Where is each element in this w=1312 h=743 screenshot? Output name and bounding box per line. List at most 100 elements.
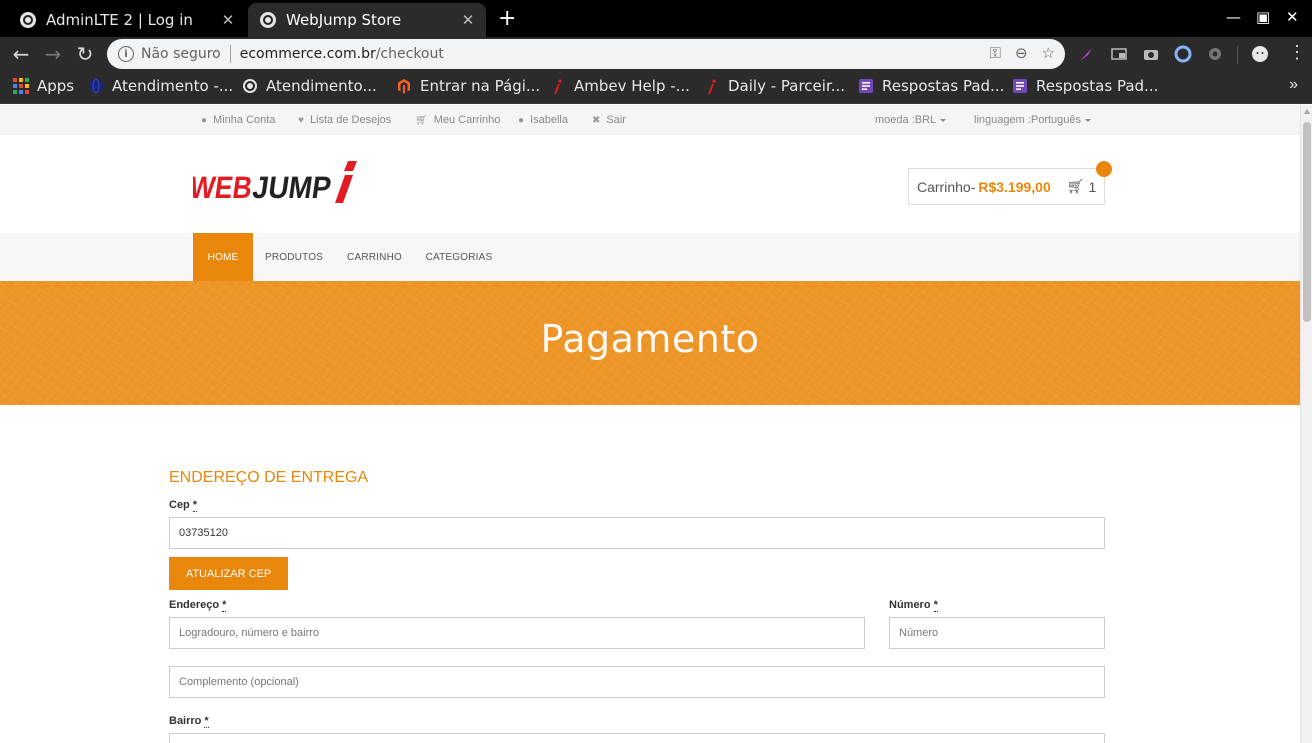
nav-home[interactable]: HOME	[193, 233, 253, 281]
district-label: Bairro *	[169, 715, 209, 728]
link-sair[interactable]: ✖ Sair	[592, 114, 626, 126]
link-label: Isabella	[530, 114, 568, 126]
bookmark-apps[interactable]: Apps	[13, 77, 74, 95]
reload-icon[interactable]: ↻	[73, 42, 97, 66]
forward-icon[interactable]: →	[41, 42, 65, 66]
bookmark-respostas-1[interactable]: Respostas Pad...	[858, 77, 1004, 95]
globe-icon	[20, 12, 36, 28]
link-label: Meu Carrinho	[433, 114, 501, 126]
close-icon: ✖	[592, 114, 601, 126]
menu-kebab-icon[interactable]: ⋮	[1288, 43, 1306, 61]
new-tab-button[interactable]: +	[498, 6, 516, 31]
district-input[interactable]	[169, 733, 1105, 743]
zoom-icon[interactable]: ⊖	[1015, 44, 1028, 62]
browser-toolbar: ← → ↻ i Não seguro ecommerce.com.br/chec…	[0, 37, 1312, 71]
tab-adminlte[interactable]: AdminLTE 2 | Log in ✕	[8, 3, 246, 37]
close-icon[interactable]: ✕	[216, 11, 240, 29]
security-label: Não seguro	[141, 46, 221, 62]
url-path: /checkout	[375, 46, 444, 62]
gear-extension-icon[interactable]	[1206, 45, 1224, 63]
caret-down-icon	[1085, 118, 1092, 122]
circle-extension-icon[interactable]	[1174, 45, 1192, 63]
apps-grid-icon	[13, 78, 29, 94]
number-label: Número *	[889, 599, 938, 612]
currency-dropdown[interactable]: moeda :BRL	[875, 114, 947, 126]
required-mark: *	[192, 499, 198, 512]
link-lista-de-desejos[interactable]: ♥ Lista de Desejos	[298, 114, 391, 126]
page-title: Pagamento	[540, 317, 760, 361]
address-input[interactable]: Logradouro, número e bairro	[169, 617, 865, 649]
bookmarks-bar: Apps Atendimento -... Atendimento... Ent…	[0, 71, 1312, 104]
link-minha-conta[interactable]: ● Minha Conta	[201, 114, 275, 126]
complement-input[interactable]: Complemento (opcional)	[169, 666, 1105, 698]
bookmark-label: Ambev Help -...	[574, 77, 690, 95]
number-input[interactable]: Número	[889, 617, 1105, 649]
nav-carrinho[interactable]: CARRINHO	[338, 233, 411, 281]
bookmark-label: Entrar na Pági...	[420, 77, 541, 95]
bookmarks-overflow-icon[interactable]: »	[1289, 76, 1298, 94]
bookmark-atendimento-2[interactable]: Atendimento...	[242, 77, 377, 95]
forms-icon	[1013, 79, 1027, 93]
required-mark: *	[204, 715, 209, 728]
label-text: Endereço	[169, 599, 220, 611]
bookmark-respostas-2[interactable]: Respostas Pad...	[1012, 77, 1158, 95]
restore-icon[interactable]: ▣	[1256, 8, 1270, 26]
bookmark-ambev[interactable]: Ambev Help -...	[550, 77, 690, 95]
link-label: Minha Conta	[213, 114, 276, 126]
camera-extension-icon[interactable]	[1142, 45, 1160, 63]
store-header: WEB JUMP Carrinho- R$3.199,00 🛒︎ 1	[0, 135, 1300, 233]
webjump-i-icon	[708, 79, 716, 94]
header-cart[interactable]: Carrinho- R$3.199,00 🛒︎ 1	[908, 168, 1105, 205]
webjump-logo[interactable]: WEB JUMP	[193, 159, 363, 209]
currency-label: moeda :BRL	[875, 114, 937, 126]
bookmark-label: Apps	[37, 77, 75, 95]
feather-extension-icon[interactable]	[1077, 45, 1095, 63]
web-page: ● Minha Conta ♥ Lista de Desejos 🛒︎ Meu Car…	[0, 105, 1300, 743]
divider	[229, 45, 231, 63]
bookmark-label: Atendimento -...	[112, 77, 234, 95]
globe-icon	[243, 79, 257, 93]
browser-tab-strip: AdminLTE 2 | Log in ✕ WebJump Store ✕ + …	[0, 0, 1312, 37]
forms-icon	[859, 79, 873, 93]
globe-icon	[260, 12, 276, 28]
back-icon[interactable]: ←	[9, 42, 33, 66]
magento-icon	[398, 79, 410, 94]
star-icon[interactable]: ☆	[1042, 44, 1055, 62]
update-cep-button[interactable]: ATUALIZAR CEP	[169, 557, 288, 590]
cart-total: R$3.199,00	[978, 178, 1051, 195]
cart-badge-dot	[1096, 161, 1112, 177]
required-mark: *	[222, 599, 227, 612]
section-title: ENDEREÇO DE ENTREGA	[169, 469, 369, 486]
bookmark-daily[interactable]: Daily - Parceir...	[704, 77, 845, 95]
caret-down-icon	[940, 118, 947, 122]
cep-input[interactable]: 03735120	[169, 517, 1105, 549]
webjump-i-icon	[554, 79, 562, 94]
nav-categorias[interactable]: CATEGORIAS	[420, 233, 498, 281]
minimize-icon[interactable]: —	[1226, 8, 1241, 26]
user-icon: ●	[201, 114, 208, 126]
close-icon[interactable]: ✕	[456, 11, 480, 29]
info-icon[interactable]: i	[118, 46, 134, 62]
tab-webjump-store[interactable]: WebJump Store ✕	[248, 3, 486, 37]
cart-icon: 🛒︎	[415, 114, 428, 126]
profile-avatar-icon[interactable]	[1251, 45, 1269, 63]
key-icon[interactable]: ⚿	[990, 44, 1001, 62]
picture-in-picture-icon[interactable]	[1110, 45, 1128, 63]
label-text: Bairro	[169, 715, 202, 727]
close-window-icon[interactable]: ✕	[1286, 8, 1299, 26]
bookmark-atendimento-1[interactable]: Atendimento -...	[88, 77, 233, 95]
language-dropdown[interactable]: linguagem :Português	[974, 114, 1092, 126]
label-text: Número	[889, 599, 931, 611]
scrollbar-thumb[interactable]	[1303, 122, 1311, 322]
tab-title: AdminLTE 2 | Log in	[46, 11, 193, 29]
link-meu-carrinho[interactable]: 🛒︎ Meu Carrinho	[415, 114, 500, 126]
cep-label: Cep *	[169, 499, 198, 512]
page-scrollbar[interactable]	[1300, 105, 1312, 743]
link-user-isabella[interactable]: ● Isabella	[518, 114, 568, 126]
bookmark-entrar[interactable]: Entrar na Pági...	[396, 77, 540, 95]
scroll-up-arrow-icon[interactable]	[1304, 109, 1310, 114]
bookmark-label: Daily - Parceir...	[728, 77, 846, 95]
address-bar[interactable]: i Não seguro ecommerce.com.br/checkout ⚿…	[107, 39, 1065, 69]
nav-produtos[interactable]: PRODUTOS	[258, 233, 330, 281]
url-domain: ecommerce.com.br	[239, 46, 376, 62]
